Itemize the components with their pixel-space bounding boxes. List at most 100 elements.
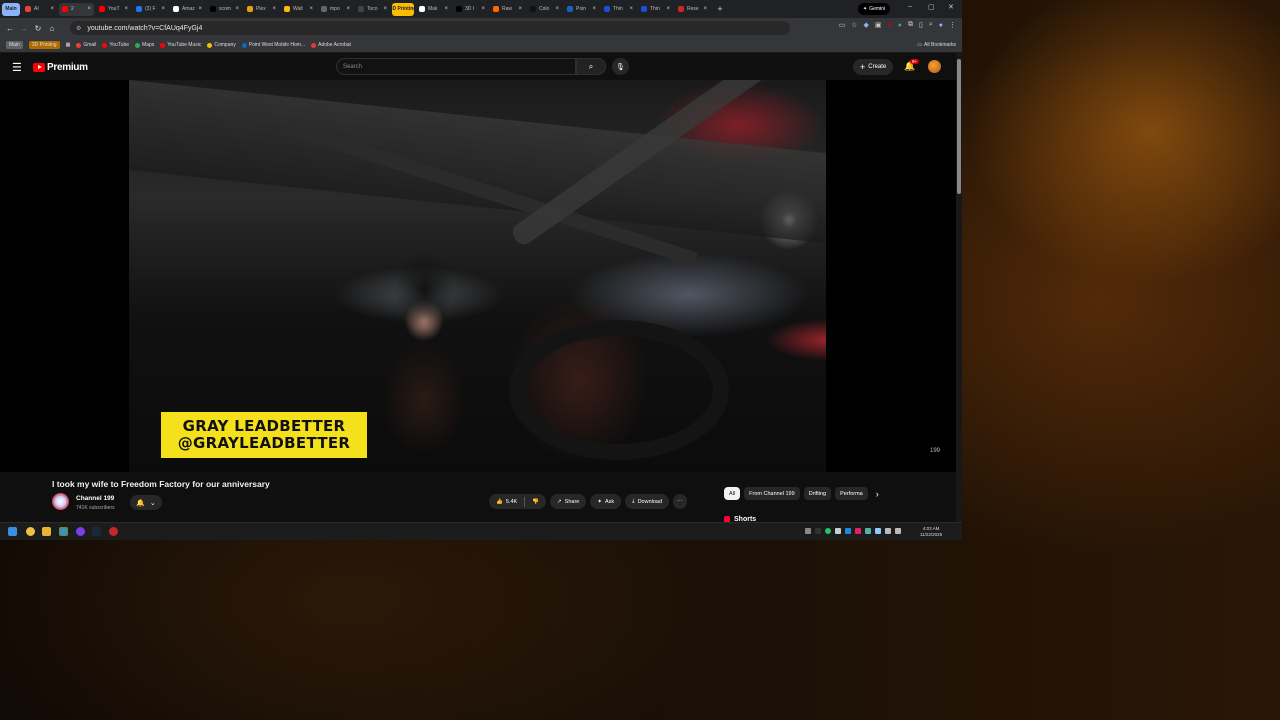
close-tab-icon[interactable]: × bbox=[346, 6, 350, 12]
bookmark-item[interactable]: Adobe Acrobat bbox=[311, 42, 351, 48]
tray-icon[interactable] bbox=[825, 528, 831, 534]
youtube-premium-logo[interactable]: Premium bbox=[33, 62, 88, 73]
channel-avatar[interactable] bbox=[52, 493, 69, 510]
cast-icon[interactable]: ▭ bbox=[839, 21, 846, 29]
close-tab-icon[interactable]: × bbox=[87, 6, 91, 12]
close-tab-icon[interactable]: × bbox=[592, 6, 596, 12]
browser-tab[interactable]: 3D I × bbox=[453, 3, 488, 16]
file-explorer-icon[interactable] bbox=[42, 527, 51, 536]
app-icon[interactable] bbox=[26, 527, 35, 536]
browser-tab[interactable]: Colo × bbox=[527, 3, 562, 16]
browser-tab[interactable]: Amaz × bbox=[170, 3, 205, 16]
apps-grid-icon[interactable]: ▦ bbox=[66, 42, 71, 48]
close-tab-icon[interactable]: × bbox=[629, 6, 633, 12]
browser-tab[interactable]: Poin × bbox=[564, 3, 599, 16]
tray-icon[interactable] bbox=[865, 528, 871, 534]
download-button[interactable]: ⤓ Download bbox=[625, 494, 670, 509]
home-icon[interactable]: ⌂ bbox=[45, 24, 59, 33]
forward-icon[interactable]: → bbox=[17, 24, 31, 33]
browser-tab[interactable]: AI × bbox=[22, 3, 57, 16]
voice-search-button[interactable]: 🎙 bbox=[612, 58, 629, 75]
browser-tab[interactable]: Walt × bbox=[281, 3, 316, 16]
app-icon[interactable] bbox=[109, 527, 118, 536]
channel-name[interactable]: Channel 199 bbox=[76, 495, 114, 502]
thumbs-down-icon[interactable]: 👎 bbox=[532, 499, 539, 505]
close-tab-icon[interactable]: × bbox=[124, 6, 128, 12]
close-tab-icon[interactable]: × bbox=[518, 6, 522, 12]
search-button[interactable]: ⌕ bbox=[576, 58, 606, 75]
extensions-puzzle-icon[interactable]: ⧉ bbox=[908, 21, 913, 29]
start-icon[interactable] bbox=[8, 527, 17, 536]
close-window-button[interactable]: ✕ bbox=[948, 3, 954, 11]
ask-button[interactable]: ✦ Ask bbox=[590, 494, 622, 509]
bookmark-item[interactable]: Company bbox=[207, 42, 236, 48]
close-tab-icon[interactable]: × bbox=[309, 6, 313, 12]
close-tab-icon[interactable]: × bbox=[481, 6, 485, 12]
browser-tab[interactable]: Toco × bbox=[355, 3, 390, 16]
browser-tab[interactable]: YouT × bbox=[96, 3, 131, 16]
kebab-menu-icon[interactable]: ⋮ bbox=[949, 21, 956, 29]
tab-search-icon[interactable]: ⌕ bbox=[929, 21, 933, 29]
browser-tab[interactable]: xcom × bbox=[207, 3, 242, 16]
bookmark-item[interactable]: YouTube Music bbox=[160, 42, 201, 48]
extension-icon[interactable]: ● bbox=[888, 22, 892, 29]
filter-chip[interactable]: All bbox=[724, 487, 741, 500]
filter-chip[interactable]: Drifting bbox=[803, 487, 832, 500]
tray-icon[interactable] bbox=[805, 528, 811, 534]
close-tab-icon[interactable]: × bbox=[272, 6, 276, 12]
extension-icon[interactable]: ▣ bbox=[875, 21, 882, 29]
side-panel-icon[interactable]: ▯ bbox=[919, 21, 923, 29]
browser-tab[interactable]: Rese × bbox=[675, 3, 710, 16]
close-tab-icon[interactable]: × bbox=[555, 6, 559, 12]
browser-tab[interactable]: Raw × bbox=[490, 3, 525, 16]
chrome-icon[interactable] bbox=[59, 527, 68, 536]
hamburger-menu-icon[interactable]: ☰ bbox=[12, 61, 22, 74]
close-tab-icon[interactable]: × bbox=[383, 6, 387, 12]
video-player[interactable]: GRAY LEADBETTER @GRAYLEADBETTER 199 bbox=[0, 80, 956, 472]
scrollbar-thumb[interactable] bbox=[957, 59, 961, 194]
system-clock[interactable]: 4:03 AM 11/22/2025 bbox=[920, 526, 942, 537]
back-icon[interactable]: ← bbox=[3, 24, 17, 33]
create-button[interactable]: + Create bbox=[853, 59, 894, 75]
minimize-button[interactable]: – bbox=[908, 3, 912, 10]
close-tab-icon[interactable]: × bbox=[161, 6, 165, 12]
bookmark-item[interactable]: Main bbox=[6, 41, 23, 49]
tab-group-3d-printing[interactable]: 3D Printing bbox=[392, 2, 414, 16]
more-actions-button[interactable]: ⋯ bbox=[673, 494, 687, 509]
page-scrollbar[interactable] bbox=[956, 53, 962, 522]
tray-icon[interactable] bbox=[815, 528, 821, 534]
app-icon[interactable] bbox=[76, 527, 85, 536]
browser-tab[interactable]: Plex × bbox=[244, 3, 279, 16]
browser-tab[interactable]: (3) F × bbox=[133, 3, 168, 16]
close-tab-icon[interactable]: × bbox=[50, 6, 54, 12]
browser-tab[interactable]: Mak × bbox=[416, 3, 451, 16]
filter-chip[interactable]: From Channel 199 bbox=[744, 487, 800, 500]
bookmark-star-icon[interactable]: ☆ bbox=[851, 21, 857, 29]
tray-icon[interactable] bbox=[855, 528, 861, 534]
bookmark-item[interactable]: YouTube bbox=[102, 42, 129, 48]
filter-chip[interactable]: Performa bbox=[835, 487, 868, 500]
close-tab-icon[interactable]: × bbox=[235, 6, 239, 12]
tray-icon[interactable] bbox=[845, 528, 851, 534]
browser-tab[interactable]: Thin × bbox=[638, 3, 673, 16]
close-tab-icon[interactable]: × bbox=[198, 6, 202, 12]
reload-icon[interactable]: ↻ bbox=[31, 24, 45, 33]
subscription-notification-button[interactable]: 🔔 ⌄ bbox=[130, 495, 162, 510]
browser-tab[interactable]: Thin × bbox=[601, 3, 636, 16]
all-bookmarks-folder[interactable]: ▭ All Bookmarks bbox=[917, 42, 956, 48]
share-button[interactable]: ↗ Share bbox=[550, 494, 587, 509]
site-info-icon[interactable]: ⚙ bbox=[76, 25, 81, 32]
profile-icon[interactable]: ● bbox=[939, 22, 943, 29]
close-tab-icon[interactable]: × bbox=[444, 6, 448, 12]
chevron-right-icon[interactable]: › bbox=[876, 489, 879, 499]
new-tab-button[interactable]: + bbox=[714, 3, 726, 15]
bookmark-item[interactable]: Gmail bbox=[76, 42, 96, 48]
steam-icon[interactable] bbox=[92, 527, 101, 536]
channel-watermark[interactable]: 199 bbox=[930, 448, 940, 454]
extension-icon[interactable]: ◆ bbox=[864, 21, 869, 29]
tray-icon[interactable] bbox=[835, 528, 841, 534]
bookmark-item[interactable]: Point West Mobile Hom... bbox=[241, 42, 305, 48]
bookmark-item[interactable]: Maps bbox=[135, 42, 154, 48]
browser-tab[interactable]: 2 × bbox=[59, 2, 94, 16]
extension-icon[interactable]: ● bbox=[898, 22, 902, 29]
